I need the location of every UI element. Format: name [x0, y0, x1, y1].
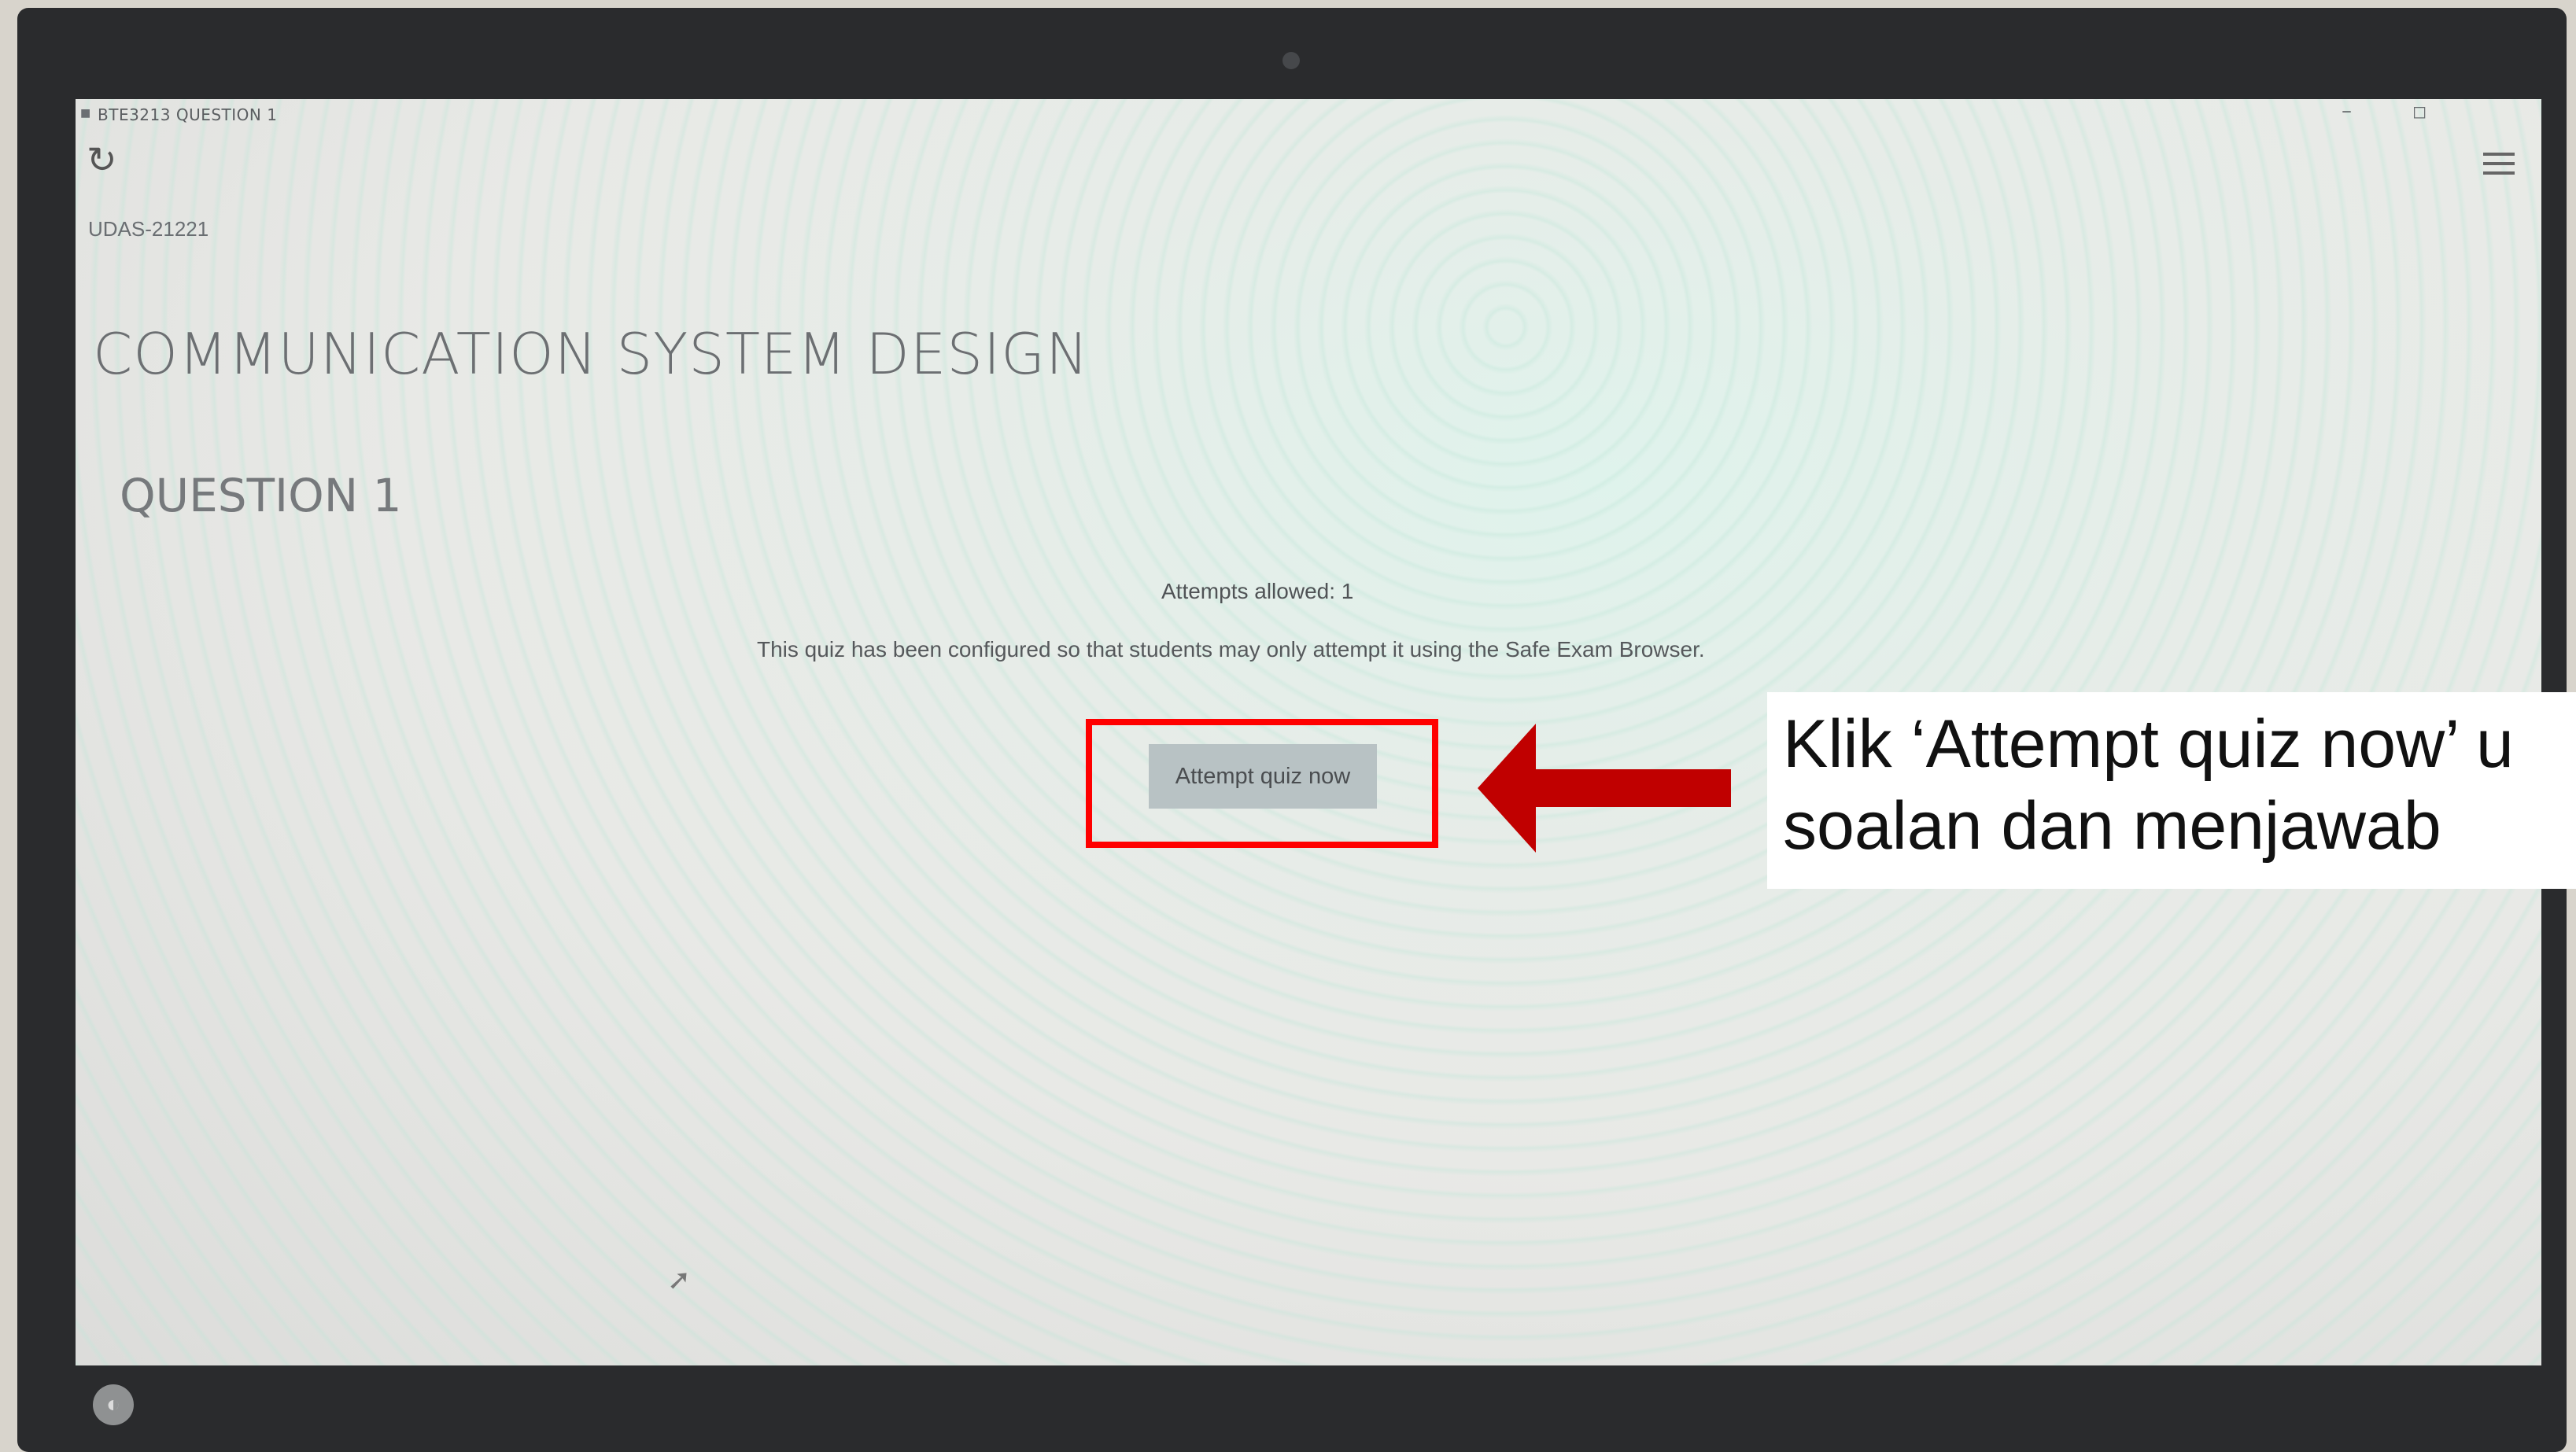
browser-toolbar: ↻ — [76, 131, 2541, 193]
pointer-arrow-icon — [1478, 724, 1731, 853]
window-title: BTE3213 QUESTION 1 — [98, 105, 278, 124]
seb-taskbar-icon[interactable]: ◐ — [93, 1384, 134, 1425]
instruction-callout: Klik ‘Attempt quiz now’ u soalan dan men… — [1767, 692, 2576, 889]
minimize-button[interactable]: – — [2342, 99, 2352, 123]
mouse-cursor-icon: ➚ — [667, 1263, 692, 1295]
highlight-box — [1086, 719, 1438, 848]
hamburger-menu-icon[interactable] — [2483, 146, 2515, 181]
course-title: COMMUNICATION SYSTEM DESIGN — [93, 321, 1089, 387]
course-id: UDAS-21221 — [88, 217, 209, 241]
reload-icon[interactable]: ↻ — [87, 142, 117, 178]
callout-line-1: Klik ‘Attempt quiz now’ u — [1783, 706, 2514, 782]
seb-config-message: This quiz has been configured so that st… — [757, 637, 1705, 662]
maximize-button[interactable]: ◻ — [2412, 102, 2427, 122]
app-icon: ■ — [80, 107, 91, 120]
window-titlebar: ■ BTE3213 QUESTION 1 – ◻ — [76, 99, 2541, 127]
webcam — [1282, 52, 1300, 69]
attempts-allowed: Attempts allowed: 1 — [1161, 579, 1354, 603]
quiz-title: QUESTION 1 — [120, 469, 402, 522]
callout-line-2: soalan dan menjawab — [1783, 788, 2441, 864]
